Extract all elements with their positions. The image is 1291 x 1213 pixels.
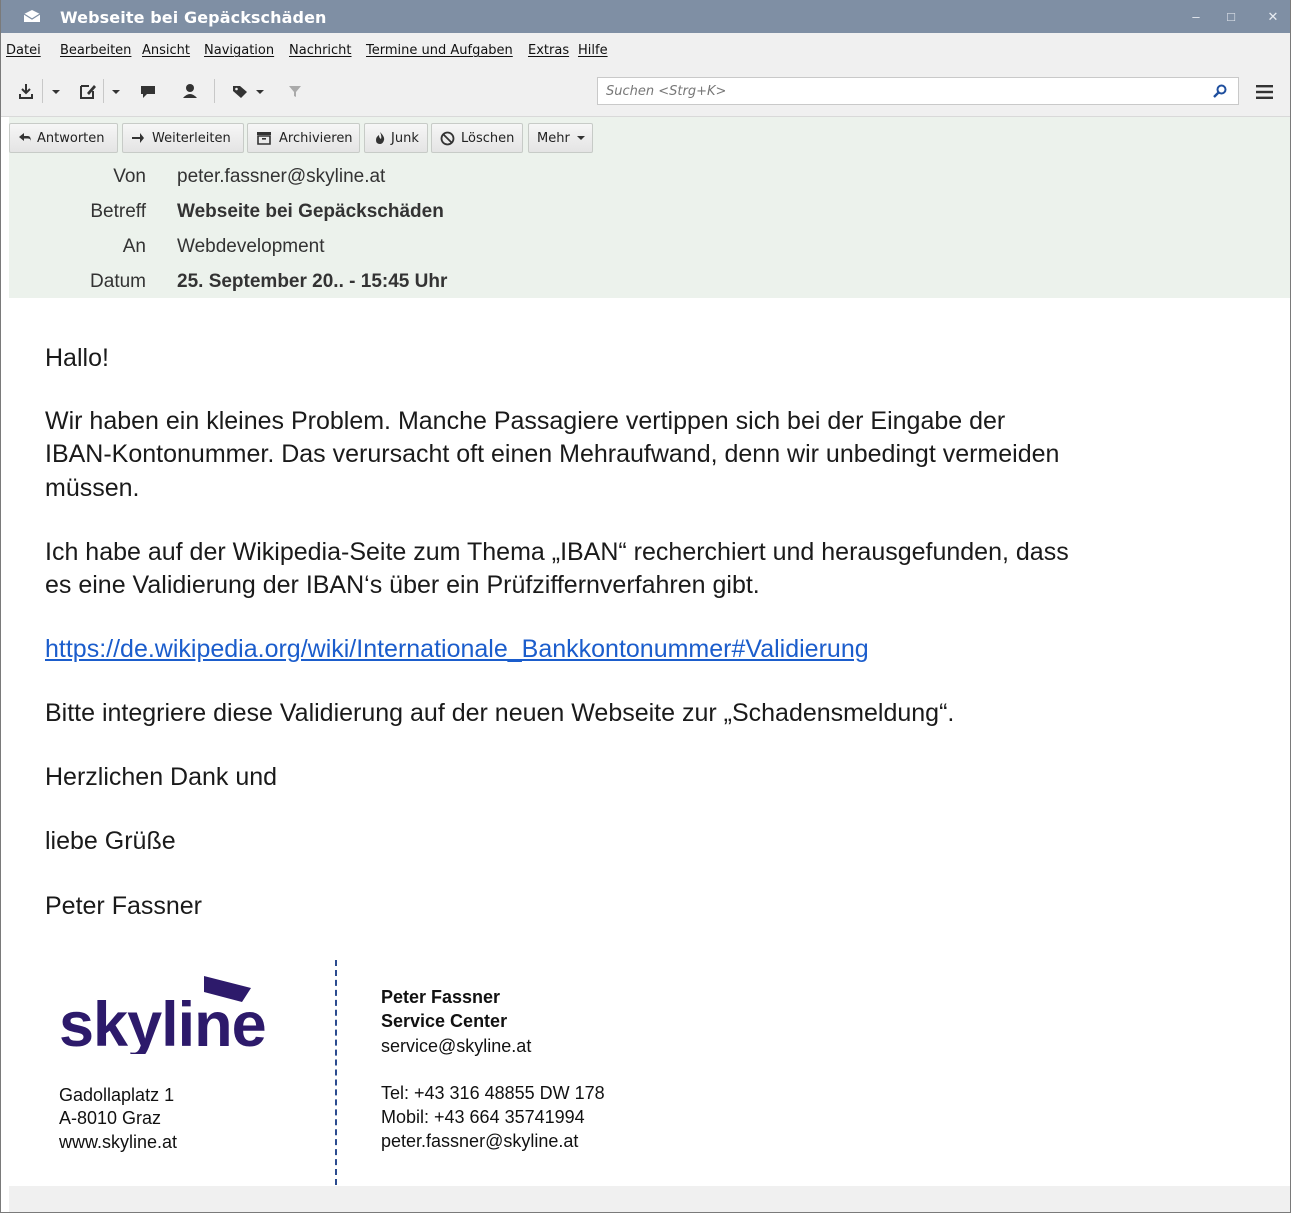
forward-button[interactable]: Weiterleiten: [122, 123, 244, 153]
paragraph-3: Bitte integriere diese Validierung auf d…: [45, 699, 955, 727]
write-icon[interactable]: [79, 81, 97, 101]
window-title: Webseite bei Gepäckschäden: [60, 8, 327, 27]
signature-department: Service Center: [381, 1011, 508, 1031]
menu-hilfe[interactable]: Hilfe: [578, 43, 608, 58]
dropdown-arrow-icon[interactable]: [111, 81, 121, 101]
reply-button[interactable]: Antworten: [9, 123, 118, 153]
status-bar: [9, 1186, 1290, 1212]
mail-window: Webseite bei Gepäckschäden – □ ✕ Datei B…: [0, 0, 1291, 1213]
minimize-icon[interactable]: –: [1188, 9, 1204, 25]
message-header: Antworten Weiterleiten Archivieren Junk …: [9, 117, 1290, 298]
to-value[interactable]: Webdevelopment: [177, 236, 325, 258]
delete-button[interactable]: Löschen: [431, 123, 523, 153]
signature-mobile: Mobil: +43 664 35741994: [381, 1107, 585, 1127]
from-label: Von: [113, 166, 146, 187]
menu-bar: Datei Bearbeiten Ansicht Navigation Nach…: [1, 33, 1290, 65]
filter-icon[interactable]: [288, 81, 302, 101]
maximize-icon[interactable]: □: [1223, 9, 1239, 25]
closing-line-2: liebe Grüße: [45, 827, 176, 855]
forward-arrow-icon: [132, 133, 144, 143]
to-label: An: [122, 236, 146, 257]
chat-icon[interactable]: [139, 81, 157, 101]
archive-button[interactable]: Archivieren: [247, 123, 360, 153]
paragraph-1-line-2: IBAN-Kontonummer. Das verursacht oft ein…: [45, 440, 1060, 468]
signature-divider: [335, 960, 337, 1185]
menu-extras[interactable]: Extras: [528, 43, 569, 58]
menu-navigation[interactable]: Navigation: [204, 43, 274, 58]
signature-email[interactable]: peter.fassner@skyline.at: [381, 1130, 578, 1152]
sender-name: Peter Fassner: [45, 892, 203, 920]
delete-icon: [440, 131, 455, 146]
main-toolbar: Suchen <Strg+K>: [1, 65, 1290, 117]
paragraph-1-line-3: müssen.: [45, 474, 140, 502]
close-icon[interactable]: ✕: [1265, 9, 1281, 25]
menu-nachricht[interactable]: Nachricht: [289, 43, 352, 58]
search-placeholder: Suchen <Strg+K>: [606, 84, 727, 99]
address-line-1: Gadollaplatz 1: [59, 1085, 175, 1105]
chevron-down-icon: [577, 136, 585, 140]
dropdown-arrow-icon[interactable]: [51, 81, 61, 101]
skyline-logo: skyline: [59, 976, 267, 1054]
junk-button[interactable]: Junk: [364, 123, 428, 153]
subject-value: Webseite bei Gepäckschäden: [177, 201, 444, 222]
menu-bearbeiten[interactable]: Bearbeiten: [60, 43, 131, 58]
search-icon[interactable]: [1212, 83, 1228, 99]
title-bar: Webseite bei Gepäckschäden – □ ✕: [1, 0, 1290, 33]
paragraph-2-line-2: es eine Validierung der IBAN‘s über ein …: [45, 571, 760, 599]
menu-termine[interactable]: Termine und Aufgaben: [366, 43, 513, 58]
signature-tel: Tel: +43 316 48855 DW 178: [381, 1083, 605, 1103]
mail-envelope-icon: [23, 10, 41, 22]
from-value[interactable]: peter.fassner@skyline.at: [177, 166, 385, 188]
search-input[interactable]: Suchen <Strg+K>: [597, 77, 1239, 105]
tag-icon[interactable]: [231, 81, 249, 101]
paragraph-1-line-1: Wir haben ein kleines Problem. Manche Pa…: [45, 407, 1006, 435]
wikipedia-link[interactable]: https://de.wikipedia.org/wiki/Internatio…: [45, 634, 869, 665]
hamburger-menu-icon[interactable]: [1256, 85, 1273, 99]
junk-flame-icon: [376, 132, 385, 144]
closing-line-1: Herzlichen Dank und: [45, 763, 278, 791]
reply-icon: [19, 133, 31, 142]
greeting: Hallo!: [45, 344, 109, 372]
dropdown-arrow-icon[interactable]: [255, 81, 265, 101]
signature-name: Peter Fassner: [381, 987, 501, 1007]
signature-service-email[interactable]: service@skyline.at: [381, 1035, 531, 1057]
logo-text: skyline: [59, 990, 266, 1054]
subject-label: Betreff: [90, 201, 146, 222]
paragraph-2-line-1: Ich habe auf der Wikipedia-Seite zum The…: [45, 538, 1069, 566]
menu-ansicht[interactable]: Ansicht: [142, 43, 190, 58]
menu-datei[interactable]: Datei: [6, 43, 41, 58]
address-book-icon[interactable]: [181, 81, 199, 101]
signature-website[interactable]: www.skyline.at: [59, 1131, 177, 1153]
date-label: Datum: [90, 271, 146, 292]
more-button[interactable]: Mehr: [528, 123, 593, 153]
address-line-2: A-8010 Graz: [59, 1108, 162, 1128]
get-messages-icon[interactable]: [18, 81, 34, 101]
archive-icon: [257, 132, 271, 145]
date-value: 25. September 20.. - 15:45 Uhr: [177, 271, 448, 292]
